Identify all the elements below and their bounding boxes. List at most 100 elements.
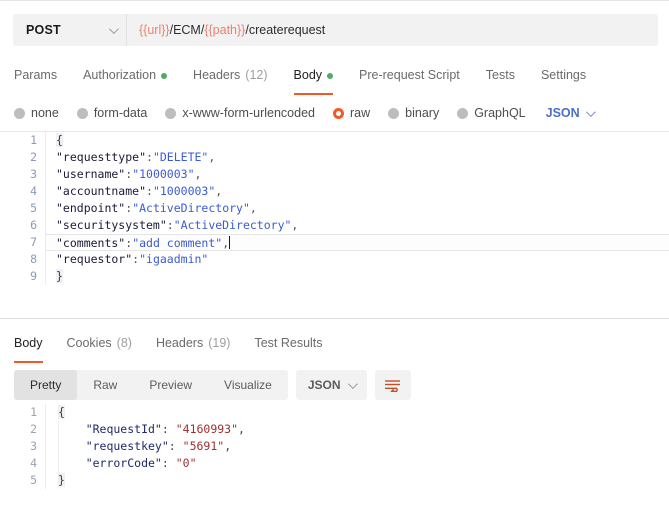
response-format-select[interactable]: JSON [295,370,367,400]
code-token: , [222,236,230,250]
code-line[interactable]: "RequestId": "4160993", [58,421,669,438]
tab-body[interactable]: Body [293,58,334,95]
body-type-binary[interactable]: binary [388,106,439,120]
request-tabs: Params Authorization Headers (12) Body P… [0,58,669,96]
response-format-label: JSON [307,378,341,392]
response-toolbar: Pretty Raw Preview Visualize JSON [0,366,669,404]
code-token: : [168,439,183,453]
response-view-pretty-label: Pretty [30,378,62,392]
code-token: "ActiveDirectory" [173,218,292,232]
code-token: "5691" [182,439,225,453]
chevron-down-icon [347,378,358,389]
response-tab-headers[interactable]: Headers (19) [156,326,230,362]
code-token: "securitysystem" [56,218,167,232]
response-tab-headers-count: (19) [208,336,231,350]
http-method-label: POST [26,23,61,37]
url-variable-path: {{path}} [204,23,246,37]
line-number: 5 [30,473,37,487]
response-tab-headers-label: Headers [155,336,204,350]
response-tab-cookies-count: (8) [116,336,132,350]
code-line[interactable]: "username":"1000003", [56,166,669,183]
response-view-raw-label: Raw [93,378,118,392]
request-url-input[interactable]: {{url}}/ECM/{{path}}/createrequest [127,14,658,46]
response-view-raw[interactable]: Raw [77,370,133,400]
radio-icon[interactable] [14,107,25,119]
tab-body-label: Body [293,68,323,82]
code-token: , [238,422,245,436]
tab-params[interactable]: Params [14,58,57,94]
code-token: , [291,218,299,232]
body-format-label: JSON [545,106,580,120]
code-line[interactable]: "accountname":"1000003", [56,183,669,200]
request-tab-row: Params Authorization Headers (12) Body P… [0,58,669,96]
response-tab-body[interactable]: Body [14,326,43,363]
line-number: 8 [30,252,37,266]
request-editor-content: 123456789 {"requesttype":"DELETE", "usern… [0,132,669,285]
wrap-lines-button[interactable] [374,370,411,400]
code-line[interactable]: { [58,404,669,421]
code-line[interactable]: "requestor":"igaadmin" [56,251,669,268]
response-view-preview[interactable]: Preview [133,370,208,400]
tab-tests[interactable]: Tests [486,58,515,94]
code-line[interactable]: } [56,268,669,285]
code-line[interactable]: "requesttype":"DELETE", [56,149,669,166]
request-url-group: POST {{url}}/ECM/{{path}}/createrequest [13,14,658,46]
line-number: 9 [30,269,37,283]
code-line[interactable]: "requestkey": "5691", [58,438,669,455]
response-body-editor[interactable]: 1 2 3 4 5 { "RequestId": "4160993", "request… [0,404,669,507]
tab-headers[interactable]: Headers (12) [193,58,267,94]
code-token: { [58,405,65,419]
response-view-visualize[interactable]: Visualize [208,370,288,400]
status-dot-icon [327,73,334,79]
radio-icon[interactable] [76,107,88,119]
code-line[interactable]: "comments":"add comment", [46,234,669,251]
body-type-urlencoded[interactable]: x-www-form-urlencoded [165,106,315,120]
code-line[interactable]: { [56,132,669,149]
response-tab-cookies[interactable]: Cookies (8) [67,326,132,362]
wrap-lines-icon [385,379,401,392]
body-type-form-data[interactable]: form-data [76,106,147,120]
body-type-none[interactable]: none [14,106,59,120]
request-editor-gutter: 1 2 3 4 5 6 7 8 9 [0,132,46,285]
tab-pre-request-script-label: Pre-request Script [359,68,460,82]
url-static-createrequest: /createrequest [245,23,326,37]
line-number: 7 [30,235,37,249]
radio-icon[interactable] [388,107,400,119]
status-dot-icon [161,73,168,79]
response-editor-lines[interactable]: { "RequestId": "4160993", "requestkey": … [46,404,669,489]
code-token: "requestor" [56,252,133,266]
line-number: 3 [30,167,37,181]
code-line[interactable]: "securitysystem":"ActiveDirectory", [56,217,669,234]
tab-authorization[interactable]: Authorization [83,58,168,94]
response-view-pretty[interactable]: Pretty [14,370,78,400]
body-type-graphql[interactable]: GraphQL [457,106,526,120]
code-token: "0" [175,456,197,470]
response-tab-test-results[interactable]: Test Results [254,326,322,362]
body-type-raw[interactable]: raw [333,106,370,120]
code-token: : [166,218,174,232]
code-line[interactable]: "endpoint":"ActiveDirectory", [56,200,669,217]
http-method-select[interactable]: POST [13,14,127,46]
url-variable-url: {{url}} [139,23,170,37]
radio-icon[interactable] [165,107,177,119]
body-format-select[interactable]: JSON [545,106,596,120]
request-body-editor[interactable]: 123456789 {"requesttype":"DELETE", "usern… [0,131,669,318]
code-token: : [161,422,176,436]
response-view-preview-label: Preview [149,378,193,392]
response-tab-body-label: Body [14,336,43,350]
line-number: 4 [30,184,37,198]
pane-divider[interactable] [0,318,669,326]
tab-params-label: Params [14,68,58,82]
code-token: , [194,167,202,181]
code-token: "DELETE" [152,150,209,164]
code-line[interactable]: } [58,472,669,489]
tab-settings[interactable]: Settings [541,58,586,94]
response-view-visualize-label: Visualize [224,378,272,392]
radio-icon[interactable] [457,107,469,119]
code-token: "comments" [56,236,126,250]
tab-pre-request-script[interactable]: Pre-request Script [359,58,460,94]
request-editor-lines[interactable]: {"requesttype":"DELETE", "username":"1000… [46,132,669,285]
code-line[interactable]: "errorCode": "0" [58,455,669,472]
radio-selected-icon[interactable] [333,107,344,119]
code-token: "1000003" [152,184,216,198]
